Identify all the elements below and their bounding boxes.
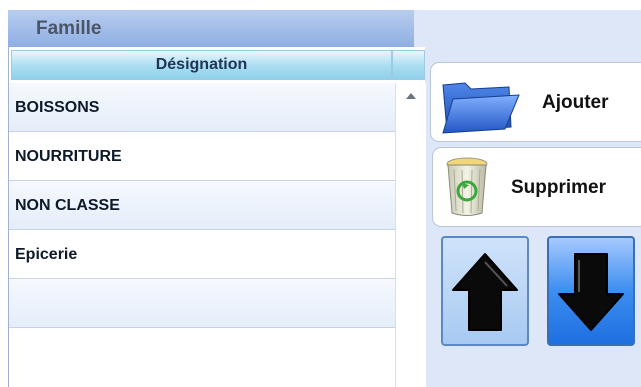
page-title: Famille xyxy=(36,18,102,39)
table-cell-designation: NOURRITURE xyxy=(15,148,122,165)
arrow-up-icon xyxy=(452,253,518,331)
column-header-designation[interactable]: Désignation xyxy=(11,50,392,80)
family-table: Désignation BOISSONS NOURRITURE NON CLAS… xyxy=(8,47,426,387)
arrow-down-icon xyxy=(558,253,624,331)
folder-icon xyxy=(442,82,520,134)
table-row[interactable]: BOISSONS xyxy=(9,83,395,132)
delete-button[interactable]: Supprimer xyxy=(432,147,641,227)
table-row[interactable]: Epicerie xyxy=(9,230,395,279)
move-down-button[interactable] xyxy=(547,236,635,346)
scroll-up-arrow-icon[interactable] xyxy=(406,93,416,99)
table-row[interactable]: NON CLASSE xyxy=(9,181,395,230)
table-scrollbar[interactable] xyxy=(395,83,426,387)
family-header-tab: Famille xyxy=(8,10,414,47)
table-cell-designation: NON CLASSE xyxy=(15,197,120,214)
move-up-button[interactable] xyxy=(441,236,529,346)
table-cell-designation: Epicerie xyxy=(15,246,78,263)
table-cell-designation: BOISSONS xyxy=(15,99,100,116)
recycle-bin-icon xyxy=(446,157,488,216)
delete-button-label: Supprimer xyxy=(511,177,607,198)
column-header-filler xyxy=(392,50,425,80)
table-row[interactable]: NOURRITURE xyxy=(9,132,395,181)
table-row-empty[interactable] xyxy=(9,279,395,328)
add-button-label: Ajouter xyxy=(542,92,609,113)
family-panel-header: Famille xyxy=(8,10,641,47)
table-rows: BOISSONS NOURRITURE NON CLASSE Epicerie xyxy=(9,83,395,328)
add-button[interactable]: Ajouter xyxy=(430,62,641,142)
column-header-label: Désignation xyxy=(155,56,248,73)
